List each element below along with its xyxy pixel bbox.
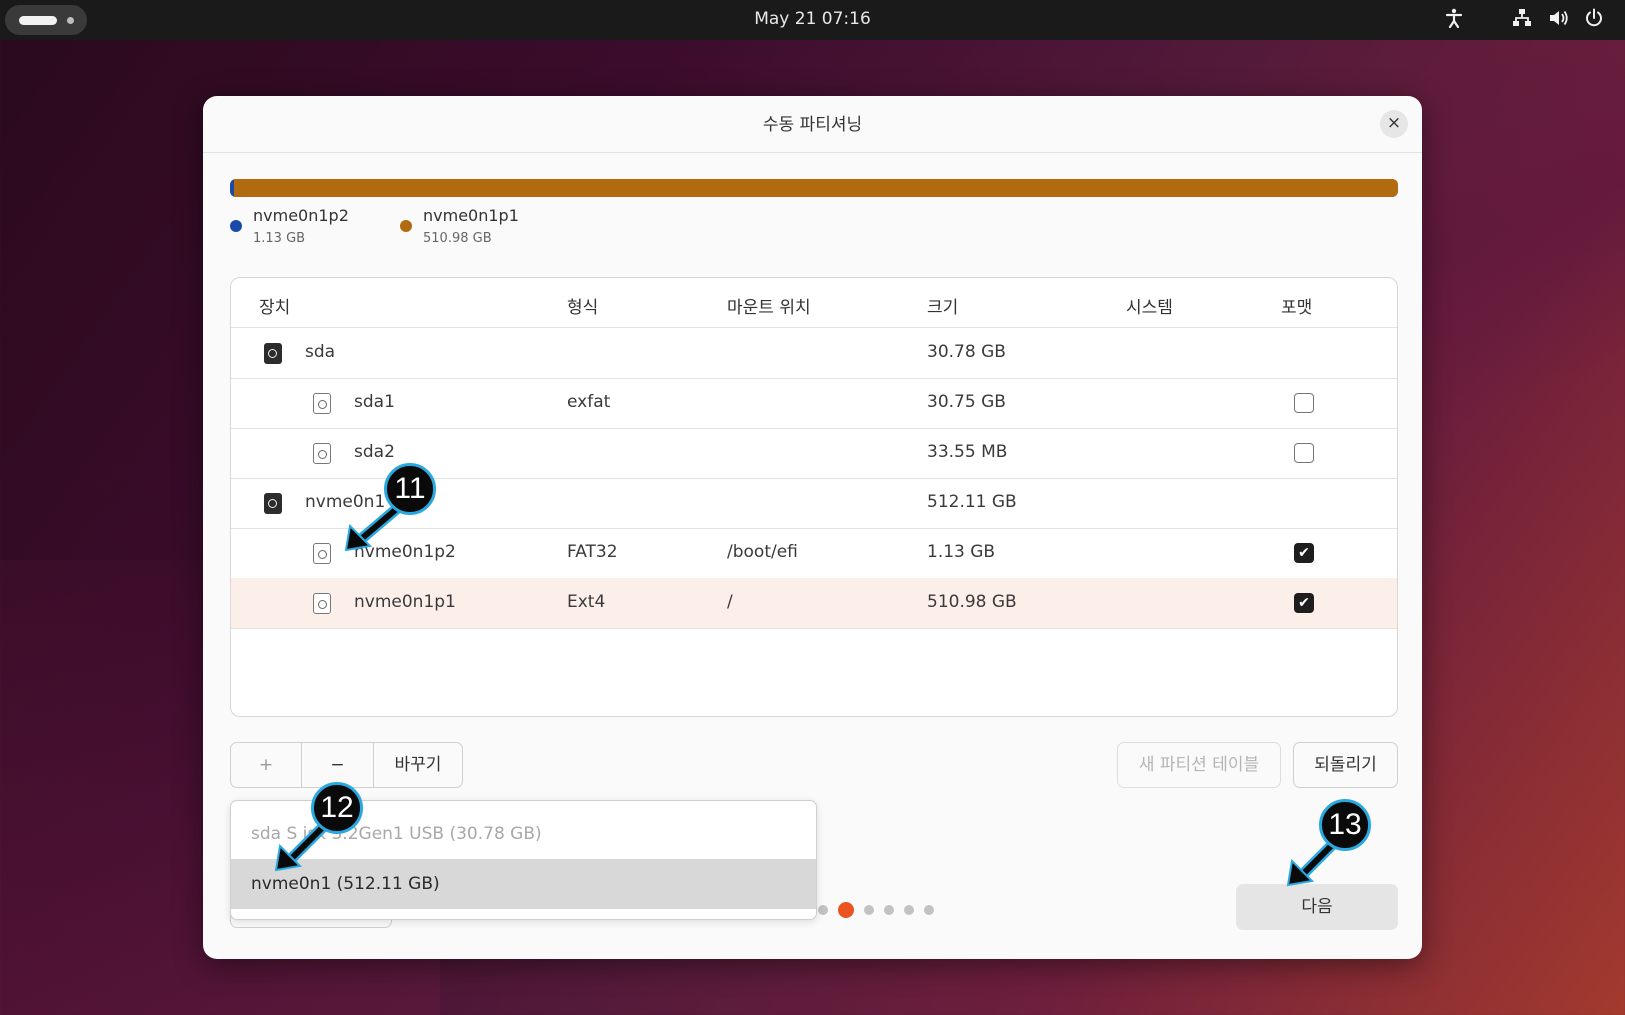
page-dot: [904, 905, 914, 915]
cell-size: 512.11 GB: [927, 492, 1017, 512]
cell-size: 30.75 GB: [927, 392, 1006, 412]
table-header: 장치 형식 마운트 위치 크기 시스템 포맷: [231, 278, 1397, 328]
format-checkbox[interactable]: [1294, 443, 1314, 463]
page-indicator: [818, 902, 934, 918]
cell-type: Ext4: [567, 592, 606, 612]
clock[interactable]: May 21 07:16: [0, 9, 1625, 29]
format-checkbox[interactable]: ✔: [1294, 543, 1314, 563]
cell-mount: /boot/efi: [727, 542, 798, 562]
cell-device: sda: [305, 342, 336, 362]
partition-usage-bar: [230, 179, 1398, 197]
table-row[interactable]: sda1 exfat 30.75 GB: [231, 378, 1397, 429]
table-row[interactable]: nvme0n1p1 Ext4 / 510.98 GB ✔: [231, 578, 1397, 629]
legend-name: nvme0n1p2: [253, 206, 349, 225]
format-checkbox[interactable]: ✔: [1294, 593, 1314, 613]
cell-size: 33.55 MB: [927, 442, 1008, 462]
legend-size: 510.98 GB: [423, 231, 492, 246]
drive-icon: [264, 343, 282, 364]
cell-device: sda1: [354, 392, 395, 412]
page-dot-active: [838, 902, 854, 918]
callout-13: 13: [1319, 799, 1371, 851]
network-icon[interactable]: [1512, 8, 1532, 33]
header-size[interactable]: 크기: [927, 293, 958, 318]
table-row[interactable]: sda 30.78 GB: [231, 328, 1397, 379]
drive-icon: [313, 443, 331, 464]
page-dot: [884, 905, 894, 915]
format-checkbox[interactable]: [1294, 393, 1314, 413]
legend-name: nvme0n1p1: [423, 206, 519, 225]
new-partition-table-button[interactable]: 새 파티션 테이블: [1117, 742, 1281, 788]
page-dot: [864, 905, 874, 915]
cell-type: FAT32: [567, 542, 618, 562]
header-system[interactable]: 시스템: [1126, 293, 1173, 318]
cell-size: 510.98 GB: [927, 592, 1017, 612]
page-dot: [924, 905, 934, 915]
cell-size: 30.78 GB: [927, 342, 1006, 362]
close-button[interactable]: ×: [1380, 110, 1408, 138]
legend-color-dot: [400, 220, 412, 232]
cell-size: 1.13 GB: [927, 542, 996, 562]
cell-device: nvme0n1p1: [354, 592, 456, 612]
legend-color-dot: [230, 220, 242, 232]
drive-icon: [264, 493, 282, 514]
remove-partition-button[interactable]: −: [302, 743, 374, 787]
page-dot: [818, 905, 828, 915]
dialog-title: 수동 파티셔닝: [203, 96, 1422, 153]
header-format[interactable]: 포맷: [1281, 293, 1312, 318]
accessibility-icon[interactable]: [1445, 8, 1463, 33]
header-device[interactable]: 장치: [259, 293, 290, 318]
cell-device: sda2: [354, 442, 395, 462]
legend-size: 1.13 GB: [253, 231, 306, 246]
add-partition-button[interactable]: +: [231, 743, 302, 787]
header-type[interactable]: 형식: [567, 293, 598, 318]
power-icon[interactable]: [1584, 8, 1604, 33]
change-partition-button[interactable]: 바꾸기: [374, 743, 462, 787]
volume-icon[interactable]: [1548, 8, 1570, 33]
drive-icon: [313, 543, 331, 564]
top-bar: May 21 07:16: [0, 0, 1625, 40]
callout-12: 12: [311, 782, 363, 834]
callout-11: 11: [384, 463, 436, 515]
cell-type: exfat: [567, 392, 611, 412]
header-mount[interactable]: 마운트 위치: [727, 293, 811, 318]
partition-edit-buttons: + − 바꾸기: [230, 742, 463, 788]
drive-icon: [313, 393, 331, 414]
revert-button[interactable]: 되돌리기: [1293, 742, 1398, 788]
cell-mount: /: [727, 592, 733, 612]
partition-bar-segment-nvme0n1p1: [233, 179, 1398, 197]
drive-icon: [313, 593, 331, 614]
